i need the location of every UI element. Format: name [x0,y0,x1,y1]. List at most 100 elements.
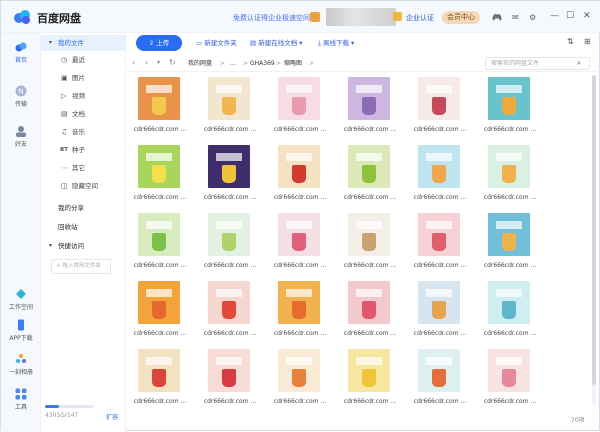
file-tile[interactable]: cdr666cdr.com ... [196,141,264,207]
file-tile[interactable]: cdr666cdr.com ... [266,141,334,207]
tree-item-videos[interactable]: ▷ 视频 [41,88,126,104]
thumbnail-drink [222,165,236,183]
breadcrumb-gha369[interactable]: GHA369 [250,59,275,68]
thumbnail-drink [432,165,446,183]
tree-item-music[interactable]: ♫ 音乐 [41,124,126,140]
file-tree: ▾ 我的文件 ◷ 最近 ▣ 图片 ▷ 视频 ▤ 文档 ♫ 音乐 BT 种子 ⋯ 其它 ◫ 隐藏空… [41,33,126,432]
file-tile[interactable]: cdr666cdr.com ... [196,277,264,343]
file-tile[interactable]: cdr666cdr.com ... [336,209,404,275]
expand-storage-link[interactable]: 扩容 [106,412,118,421]
thumbnail-headline [496,289,522,297]
new-online-doc-button[interactable]: ▤ 新建在线文档 ▾ [250,36,303,50]
tree-item-recent[interactable]: ◷ 最近 [41,52,126,68]
file-tile[interactable]: cdr666cdr.com ... [266,277,334,343]
file-tile[interactable]: cdr666cdr.com ... [406,141,474,207]
tree-my-share[interactable]: 我的分享 [41,200,126,216]
breadcrumb-ellipsis[interactable]: ... [230,59,236,68]
tree-quick-access[interactable]: ▾ 快捷访问 [41,238,126,254]
nav-item-app-download[interactable]: APP下载 [1,319,41,342]
breadcrumb-thumbnails[interactable]: 缩略图 [284,59,302,68]
nav-item-tools[interactable]: 工具 [1,388,41,411]
corp-cert-link[interactable]: 企业认证 [406,13,434,23]
breadcrumb-separator: > [309,60,315,67]
member-center-button[interactable]: 会员中心 [442,11,480,24]
file-tile[interactable]: cdr666cdr.com ... [126,209,194,275]
search-icon[interactable]: ⌕ [577,59,581,68]
close-button[interactable]: ✕ [583,11,591,22]
thumbnail-headline [426,85,452,93]
file-tile[interactable]: cdr666cdr.com ... [476,277,544,343]
file-tile[interactable]: cdr666cdr.com ... [476,73,544,139]
file-tile[interactable]: cdr666cdr.com ... [126,277,194,343]
breadcrumb-separator: > [276,60,282,67]
tree-item-torrents[interactable]: BT 种子 [41,142,126,158]
search-input[interactable]: 搜索我的网盘文件 [485,57,590,70]
file-tile[interactable]: cdr666cdr.com ... [126,345,194,411]
image-thumbnail [138,77,180,120]
file-tile[interactable]: cdr666cdr.com ... [196,209,264,275]
breadcrumb-root[interactable]: 我的网盘 [188,59,212,68]
image-thumbnail [418,77,460,120]
file-tile[interactable]: cdr666cdr.com ... [266,345,334,411]
thumbnail-drink [152,97,166,115]
file-tile[interactable]: cdr666cdr.com ... [406,345,474,411]
maximize-button[interactable]: ☐ [566,11,574,22]
new-folder-button[interactable]: ▭ 新建文件夹 [196,36,237,50]
refresh-icon[interactable]: ↻ [169,58,176,68]
offline-download-button[interactable]: ⤓ 离线下载 ▾ [318,36,354,50]
file-tile[interactable]: cdr666cdr.com ... [476,141,544,207]
tree-item-images[interactable]: ▣ 图片 [41,70,126,86]
tree-item-docs[interactable]: ▤ 文档 [41,106,126,122]
promo-link[interactable]: 免费认证得企业极速空间 [233,13,310,23]
nav-item-workspace[interactable]: 工作空间 [1,288,41,311]
file-tile[interactable]: cdr666cdr.com ... [336,141,404,207]
file-tile[interactable]: cdr666cdr.com ... [336,345,404,411]
file-tile[interactable]: cdr666cdr.com ... [266,73,334,139]
nav-label-app-download: APP下载 [9,335,33,342]
file-tile[interactable]: cdr666cdr.com ... [406,209,474,275]
quick-access-dropzone[interactable]: + 拖入常用文件夹 [51,259,111,274]
back-icon[interactable]: ‹ [132,58,135,68]
settings-icon[interactable]: ⚙ [529,13,536,22]
file-tile[interactable]: cdr666cdr.com ... [406,277,474,343]
thumbnail-drink [362,97,376,115]
app-brand: 百度网盘 [37,12,81,25]
file-tile[interactable]: cdr666cdr.com ... [336,277,404,343]
image-thumbnail [208,213,250,256]
file-name: cdr666cdr.com ... [483,194,537,201]
view-grid-icon[interactable]: ⊞ [584,37,591,47]
avatar[interactable] [310,12,320,22]
file-tile[interactable]: cdr666cdr.com ... [196,73,264,139]
tree-my-files[interactable]: ▾ 我的文件 [41,35,126,51]
file-name: cdr666cdr.com ... [273,398,327,405]
history-dropdown-icon[interactable]: ▾ [157,58,160,68]
file-tile[interactable]: cdr666cdr.com ... [336,73,404,139]
game-icon[interactable]: 🎮 [492,13,502,22]
file-tile[interactable]: cdr666cdr.com ... [406,73,474,139]
nav-item-friends[interactable]: 好友 [1,125,41,148]
nav-item-home[interactable]: 首页 [1,41,41,64]
file-tile[interactable]: cdr666cdr.com ... [476,209,544,275]
tree-recycle-bin[interactable]: 回收站 [41,219,126,235]
forward-icon[interactable]: › [145,58,148,68]
tree-item-hidden-space[interactable]: ◫ 隐藏空间 [41,178,126,194]
thumbnail-headline [146,357,172,365]
username-blurred[interactable] [326,8,396,26]
file-tile[interactable]: cdr666cdr.com ... [476,345,544,411]
scrollbar-thumb[interactable] [592,75,596,385]
nav-item-transfer[interactable]: N 传输 [1,85,41,108]
file-tile[interactable]: cdr666cdr.com ... [196,345,264,411]
upload-button[interactable]: ⇪ 上传 [136,35,182,51]
thumbnail-headline [356,85,382,93]
file-name: cdr666cdr.com ... [203,262,257,269]
mail-icon[interactable]: ✉ [512,13,519,22]
file-tile[interactable]: cdr666cdr.com ... [266,209,334,275]
thumbnail-headline [496,153,522,161]
nav-item-album[interactable]: 一刻相册 [1,353,41,376]
sort-icon[interactable]: ⇅ [567,37,574,47]
file-tile[interactable]: cdr666cdr.com ... [126,141,194,207]
tree-item-other[interactable]: ⋯ 其它 [41,160,126,176]
file-name: cdr666cdr.com ... [413,126,467,133]
minimize-button[interactable]: — [550,11,559,22]
file-tile[interactable]: cdr666cdr.com ... [126,73,194,139]
